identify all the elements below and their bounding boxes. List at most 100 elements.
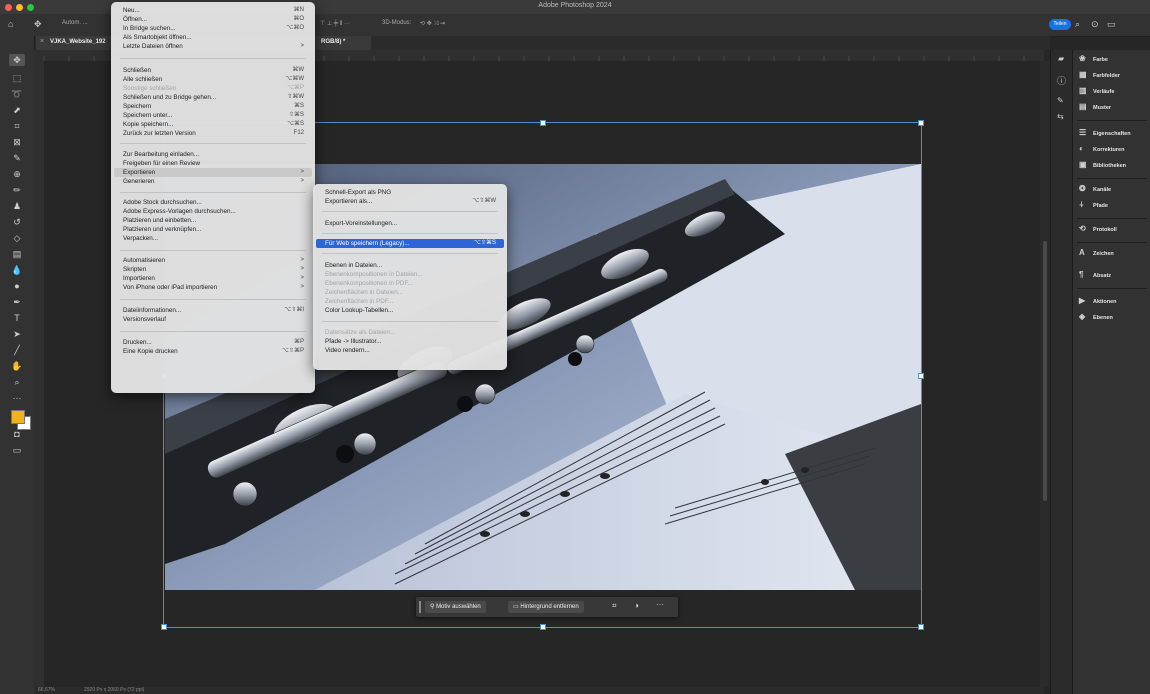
zoom-tool-icon[interactable]: ⌕	[9, 376, 25, 388]
scrollbar-thumb[interactable]	[1043, 241, 1047, 501]
menu-item-version-history[interactable]: Versionsverlauf	[114, 315, 312, 324]
menu-item-generate[interactable]: Generieren >	[114, 177, 312, 186]
menu-item-export-as[interactable]: Exportieren als... ⌥⇧⌘W	[316, 197, 504, 206]
learn-icon[interactable]: ⊙	[1091, 19, 1099, 30]
panel-history[interactable]: ⟲ Protokoll	[1079, 224, 1150, 238]
transform-handle[interactable]	[540, 120, 546, 126]
panel-adjustments[interactable]: ◐ Korrekturen	[1079, 144, 1150, 158]
comments-icon[interactable]: ▰	[1058, 54, 1064, 63]
adjustment-icon[interactable]: ◑	[634, 601, 639, 610]
blur-tool-icon[interactable]: 💧	[9, 264, 25, 276]
transform-handle[interactable]	[540, 624, 546, 630]
frame-tool-icon[interactable]: ⊠	[9, 136, 25, 148]
menu-item-import-from-iphone[interactable]: Von iPhone oder iPad importieren >	[114, 283, 312, 292]
menu-item-print-one-copy[interactable]: Eine Kopie drucken ⌥⇧⌘P	[114, 347, 312, 356]
panel-swatches[interactable]: ▦ Farbfelder	[1079, 70, 1150, 84]
brush-settings-icon[interactable]: ✎	[1057, 96, 1064, 105]
panel-channels[interactable]: ❂ Kanäle	[1079, 184, 1150, 198]
menu-item-automate[interactable]: Automatisieren >	[114, 256, 312, 265]
brush-tool-icon[interactable]: ✏	[9, 184, 25, 196]
foreground-color-swatch[interactable]	[11, 410, 25, 424]
menu-item-share-for-review[interactable]: Freigeben für einen Review	[114, 159, 312, 168]
menu-item-render-video[interactable]: Video rendern...	[316, 346, 504, 355]
panel-character[interactable]: A Zeichen	[1079, 248, 1150, 262]
transform-handle[interactable]	[918, 373, 924, 379]
menu-item-save[interactable]: Speichern ⌘S	[114, 102, 312, 111]
menu-item-save-copy[interactable]: Kopie speichern... ⌥⌘S	[114, 120, 312, 129]
menu-item-quick-export-png[interactable]: Schnell-Export als PNG	[316, 188, 504, 197]
panel-color[interactable]: ❀ Farbe	[1079, 54, 1150, 68]
menu-item-close-and-go-to-bridge[interactable]: Schließen und zu Bridge gehen... ⇧⌘W	[114, 93, 312, 102]
info-icon[interactable]: ⓘ	[1057, 74, 1066, 87]
menu-item-save-as[interactable]: Speichern unter... ⇧⌘S	[114, 111, 312, 120]
search-icon[interactable]: ⌕	[1075, 19, 1080, 30]
menu-item-place-linked[interactable]: Platzieren und verknüpfen...	[114, 225, 312, 234]
marquee-tool-icon[interactable]: ⬚	[9, 72, 25, 84]
gradient-tool-icon[interactable]: ▤	[9, 248, 25, 260]
history-brush-tool-icon[interactable]: ↺	[9, 216, 25, 228]
transform-handle[interactable]	[918, 120, 924, 126]
zoom-level[interactable]: 66,67%	[38, 687, 55, 693]
move-tool-icon[interactable]: ✥	[34, 19, 42, 30]
object-selection-tool-icon[interactable]: ⬈	[9, 104, 25, 116]
menu-item-new[interactable]: Neu... ⌘N	[114, 6, 312, 15]
move-tool-icon[interactable]: ✥	[9, 54, 25, 66]
menu-item-browse-in-bridge[interactable]: In Bridge suchen... ⌥⌘O	[114, 24, 312, 33]
path-selection-tool-icon[interactable]: ➤	[9, 328, 25, 340]
menu-item-import[interactable]: Importieren >	[114, 274, 312, 283]
close-tab-icon[interactable]: ×	[40, 38, 44, 45]
menu-item-package[interactable]: Verpacken...	[114, 234, 312, 243]
align-options-icon[interactable]: ⊤ ⊥ ╪ ⫴ ···	[320, 20, 350, 28]
healing-brush-tool-icon[interactable]: ⊕	[9, 168, 25, 180]
vertical-scrollbar[interactable]	[1040, 61, 1050, 687]
drag-handle[interactable]	[419, 601, 421, 613]
menu-item-scripts[interactable]: Skripten >	[114, 265, 312, 274]
screen-mode-icon[interactable]: ▭	[9, 444, 25, 456]
menu-item-file-info[interactable]: Dateiinformationen... ⌥⇧⌘I	[114, 306, 312, 315]
lasso-tool-icon[interactable]: ➰	[9, 88, 25, 100]
type-tool-icon[interactable]: T	[9, 312, 25, 324]
menu-item-search-express-templates[interactable]: Adobe Express-Vorlagen durchsuchen...	[114, 207, 312, 216]
line-tool-icon[interactable]: ╱	[9, 344, 25, 356]
menu-item-invite-to-edit[interactable]: Zur Bearbeitung einladen...	[114, 150, 312, 159]
transform-handle[interactable]	[918, 624, 924, 630]
menu-item-revert[interactable]: Zurück zur letzten Version F12	[114, 129, 312, 138]
menu-item-open[interactable]: Öffnen... ⌘O	[114, 15, 312, 24]
menu-item-close-all[interactable]: Alle schließen ⌥⌘W	[114, 75, 312, 84]
tool-presets-icon[interactable]: ⇆	[1057, 112, 1064, 121]
panel-paragraph[interactable]: ¶ Absatz	[1079, 270, 1150, 284]
workspace-icon[interactable]: ▭	[1107, 19, 1116, 30]
transform-handle[interactable]	[161, 624, 167, 630]
clone-stamp-tool-icon[interactable]: ♟	[9, 200, 25, 212]
eraser-tool-icon[interactable]: ◇	[9, 232, 25, 244]
menu-item-layers-to-files[interactable]: Ebenen in Dateien...	[316, 261, 504, 270]
menu-item-export-preferences[interactable]: Export-Voreinstellungen...	[316, 219, 504, 228]
menu-item-place-embedded[interactable]: Platzieren und einbetten...	[114, 216, 312, 225]
menu-item-paths-to-illustrator[interactable]: Pfade -> Illustrator...	[316, 337, 504, 346]
quick-mask-icon[interactable]: ◘	[9, 428, 25, 440]
home-icon[interactable]: ⌂	[8, 19, 13, 29]
panel-layers[interactable]: ◈ Ebenen	[1079, 312, 1150, 326]
more-options-icon[interactable]: ···	[656, 600, 664, 609]
panel-paths[interactable]: ⍭ Pfade	[1079, 200, 1150, 214]
select-subject-button[interactable]: ⚲ Motiv auswählen	[425, 601, 486, 613]
menu-item-search-adobe-stock[interactable]: Adobe Stock durchsuchen...	[114, 198, 312, 207]
pen-tool-icon[interactable]: ✒	[9, 296, 25, 308]
crop-icon[interactable]: ⌗	[612, 601, 617, 611]
dodge-tool-icon[interactable]: ●	[9, 280, 25, 292]
more-tools-icon[interactable]: ···	[9, 392, 25, 404]
panel-libraries[interactable]: ▣ Bibliotheken	[1079, 160, 1150, 174]
hand-tool-icon[interactable]: ✋	[9, 360, 25, 372]
menu-item-color-lookup-tables[interactable]: Color Lookup-Tabellen...	[316, 306, 504, 315]
crop-tool-icon[interactable]: ⌗	[9, 120, 25, 132]
menu-item-open-as-smart-object[interactable]: Als Smartobjekt öffnen...	[114, 33, 312, 42]
3d-tools-icon[interactable]: ⟲ ✥ ⤨ ⇥	[420, 20, 445, 28]
menu-item-export[interactable]: Exportieren >	[114, 168, 312, 177]
menu-item-save-for-web[interactable]: Für Web speichern (Legacy)... ⌥⇧⌘S	[316, 239, 504, 248]
remove-background-button[interactable]: ▭ Hintergrund entfernen	[508, 601, 584, 613]
autoselect-checkbox-label[interactable]: Autom. ...	[62, 20, 88, 26]
panel-patterns[interactable]: ▤ Muster	[1079, 102, 1150, 116]
menu-item-close[interactable]: Schließen ⌘W	[114, 66, 312, 75]
menu-item-print[interactable]: Drucken... ⌘P	[114, 338, 312, 347]
panel-gradients[interactable]: ▥ Verläufe	[1079, 86, 1150, 100]
